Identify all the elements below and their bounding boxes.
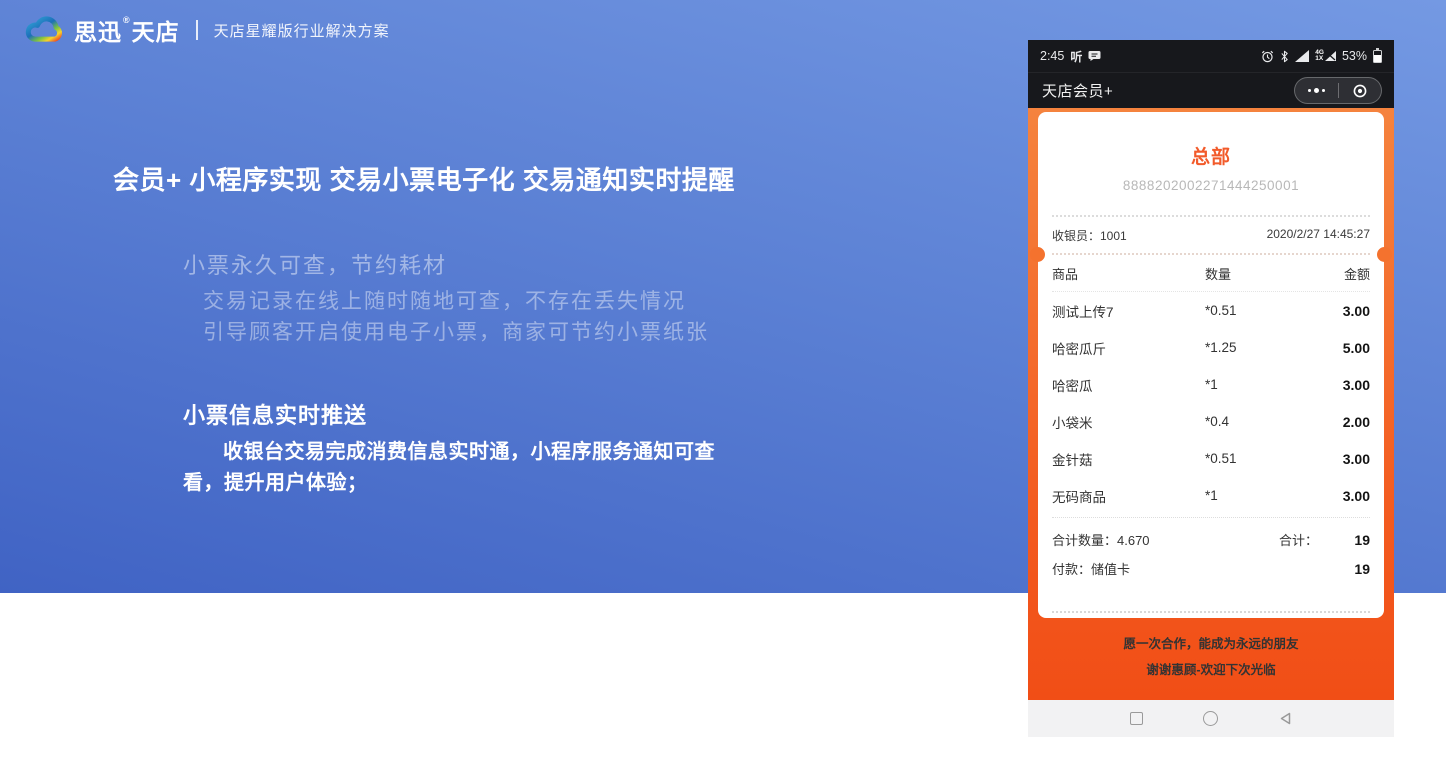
receipt-footer-line1: 愿一次合作，能成为永远的朋友 [1123, 637, 1299, 651]
items-table-header: 商品 数量 金额 [1052, 255, 1370, 291]
cloud-logo-icon [25, 16, 63, 42]
back-button[interactable] [1278, 711, 1293, 726]
signal-strength-icon [1295, 50, 1310, 62]
wechat-capsule [1294, 77, 1382, 104]
perforation-divider [1030, 247, 1392, 262]
receipt-card: 总部 8888202002271444250001 收银员：1001 2020/… [1030, 112, 1392, 677]
table-row: 测试上传7 *0.51 3.00 [1052, 292, 1370, 329]
ellipsis-icon [1307, 88, 1325, 93]
feature1-line2: 引导顾客开启使用电子小票，商家可节约小票纸张 [203, 321, 709, 344]
brand-subtitle: 天店星耀版行业解决方案 [213, 22, 390, 40]
column-header-amount: 金额 [1343, 267, 1370, 282]
brand-name-part2: 天店 [131, 19, 180, 45]
item-quantity: *0.51 [1205, 303, 1237, 318]
payment-method-label: 付款：储值卡 [1052, 562, 1131, 577]
status-bar-right: 4G 1X 53% [1261, 47, 1382, 63]
dual-sim-network-icon: 4G 1X [1315, 49, 1336, 63]
receipt-number: 8888202002271444250001 [1122, 178, 1300, 193]
items-table-body: 测试上传7 *0.51 3.00 哈密瓜斤 *1.25 5.00 哈密瓜 *1 … [1052, 292, 1370, 514]
slide-canvas: 思迅 ® 天店 天店星耀版行业解决方案 会员+ 小程序实现 交易小票电子化 交易通知… [0, 0, 1446, 757]
feature2-body: 收银台交易完成消费信息实时通，小程序服务通知可查看，提升用户体验； [183, 441, 715, 494]
table-row: 无码商品 *1 3.00 [1052, 477, 1370, 514]
item-quantity: *1 [1205, 488, 1218, 503]
status-bar-left: 2:45 听 [1040, 48, 1101, 65]
item-name: 无码商品 [1052, 489, 1106, 505]
notification-app-icon: 听 [1070, 49, 1083, 64]
bluetooth-icon [1281, 50, 1289, 62]
target-circle-icon [1353, 84, 1367, 97]
item-quantity: *1.25 [1205, 340, 1237, 355]
item-amount: 3.00 [1342, 450, 1370, 467]
miniprogram-body: 总部 8888202002271444250001 收银员：1001 2020/… [1028, 108, 1394, 700]
feature-section-receipt-query: 小票永久可查，节约耗材 交易记录在线上随时随地可查，不存在丢失情况 引导顾客开启… [183, 248, 709, 348]
more-options-button[interactable] [1295, 78, 1338, 103]
item-quantity: *0.4 [1205, 414, 1230, 429]
network-type-bottom: 1X [1315, 55, 1324, 62]
table-row: 哈密瓜斤 *1.25 5.00 [1052, 329, 1370, 366]
home-button[interactable] [1202, 711, 1218, 726]
cashier-label: 收银员：1001 [1052, 229, 1127, 243]
item-amount: 3.00 [1342, 376, 1370, 393]
table-row: 金针菇 *0.51 3.00 [1052, 440, 1370, 477]
alarm-icon [1262, 50, 1274, 62]
item-name: 测试上传7 [1052, 304, 1114, 320]
payment-row: 付款：储值卡 19 [1052, 553, 1370, 584]
recents-button[interactable] [1129, 712, 1143, 725]
transaction-datetime: 2020/2/27 14:45:27 [1266, 227, 1370, 241]
brand-divider [195, 20, 198, 40]
cashier-row: 收银员：1001 2020/2/27 14:45:27 [1052, 217, 1370, 253]
battery-icon [1373, 47, 1382, 63]
clock-time: 2:45 [1040, 49, 1065, 63]
total-quantity-label: 合计数量：4.670 [1052, 533, 1150, 548]
total-value: 19 [1354, 531, 1370, 548]
feature-section-realtime-push: 小票信息实时推送 收银台交易完成消费信息实时通，小程序服务通知可查看，提升用户体… [183, 398, 743, 499]
item-quantity: *1 [1205, 377, 1218, 392]
item-quantity: *0.51 [1205, 451, 1237, 466]
feature2-title: 小票信息实时推送 [183, 403, 368, 428]
phone-mockup: 2:45 听 4G 1X 53% 天店会员+ 总部 88882020022714… [1028, 40, 1394, 737]
android-nav-bar [1028, 700, 1394, 737]
payment-value: 19 [1354, 560, 1370, 577]
item-amount: 2.00 [1342, 413, 1370, 430]
feature1-line1: 交易记录在线上随时随地可查，不存在丢失情况 [203, 290, 686, 313]
feature1-title: 小票永久可查，节约耗材 [183, 253, 448, 278]
column-header-quantity: 数量 [1205, 267, 1232, 282]
battery-percent-label: 53% [1341, 49, 1367, 63]
item-name: 小袋米 [1052, 415, 1093, 431]
exit-miniprogram-button[interactable] [1339, 78, 1382, 103]
receipt-notch-right [1377, 247, 1392, 262]
item-name: 哈密瓜斤 [1052, 341, 1106, 357]
item-amount: 3.00 [1342, 302, 1370, 319]
store-name: 总部 [1190, 147, 1231, 168]
brand-header: 思迅 ® 天店 天店星耀版行业解决方案 [24, 13, 390, 47]
message-bubble-icon [1088, 51, 1101, 61]
brand-name-part1: 思迅 [74, 19, 122, 45]
item-name: 哈密瓜 [1052, 378, 1093, 394]
receipt-footer-line2: 谢谢惠顾-欢迎下次光临 [1146, 663, 1276, 677]
item-name: 金针菇 [1052, 452, 1093, 468]
totals-row: 合计数量：4.670 合计： 19 [1052, 518, 1370, 553]
item-amount: 3.00 [1342, 487, 1370, 504]
footer-divider [1052, 611, 1370, 613]
brand-name: 思迅 ® 天店 [74, 13, 180, 47]
item-amount: 5.00 [1342, 339, 1370, 356]
miniprogram-title: 天店会员+ [1042, 83, 1114, 100]
receipt-notch-left [1030, 247, 1045, 262]
table-row: 哈密瓜 *1 3.00 [1052, 366, 1370, 403]
miniprogram-title-bar: 天店会员+ [1028, 72, 1394, 108]
status-bar: 2:45 听 4G 1X 53% [1028, 40, 1394, 72]
column-header-product: 商品 [1052, 267, 1079, 282]
page-title: 会员+ 小程序实现 交易小票电子化 交易通知实时提醒 [113, 165, 735, 195]
registered-mark: ® [123, 15, 131, 25]
total-label: 合计： [1278, 533, 1318, 548]
table-row: 小袋米 *0.4 2.00 [1052, 403, 1370, 440]
